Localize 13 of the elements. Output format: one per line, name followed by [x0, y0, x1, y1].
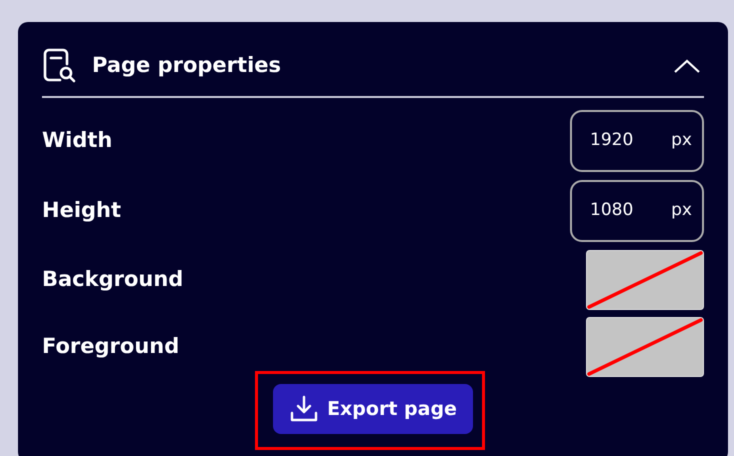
number-field[interactable]: 1080 px	[570, 180, 704, 242]
field-label: Width	[42, 127, 112, 154]
panel-title: Page properties	[92, 52, 282, 80]
export-page-button[interactable]: Export page	[273, 384, 473, 434]
number-field[interactable]: 1920 px	[570, 110, 704, 172]
field-label: Background	[42, 266, 184, 293]
field-label: Foreground	[42, 332, 180, 360]
page-search-icon	[42, 48, 76, 84]
collapse-toggle[interactable]	[674, 59, 700, 73]
download-icon	[289, 394, 320, 424]
no-color-swatch[interactable]	[586, 316, 704, 376]
field-label: Height	[42, 197, 122, 224]
no-color-swatch[interactable]	[586, 250, 704, 310]
